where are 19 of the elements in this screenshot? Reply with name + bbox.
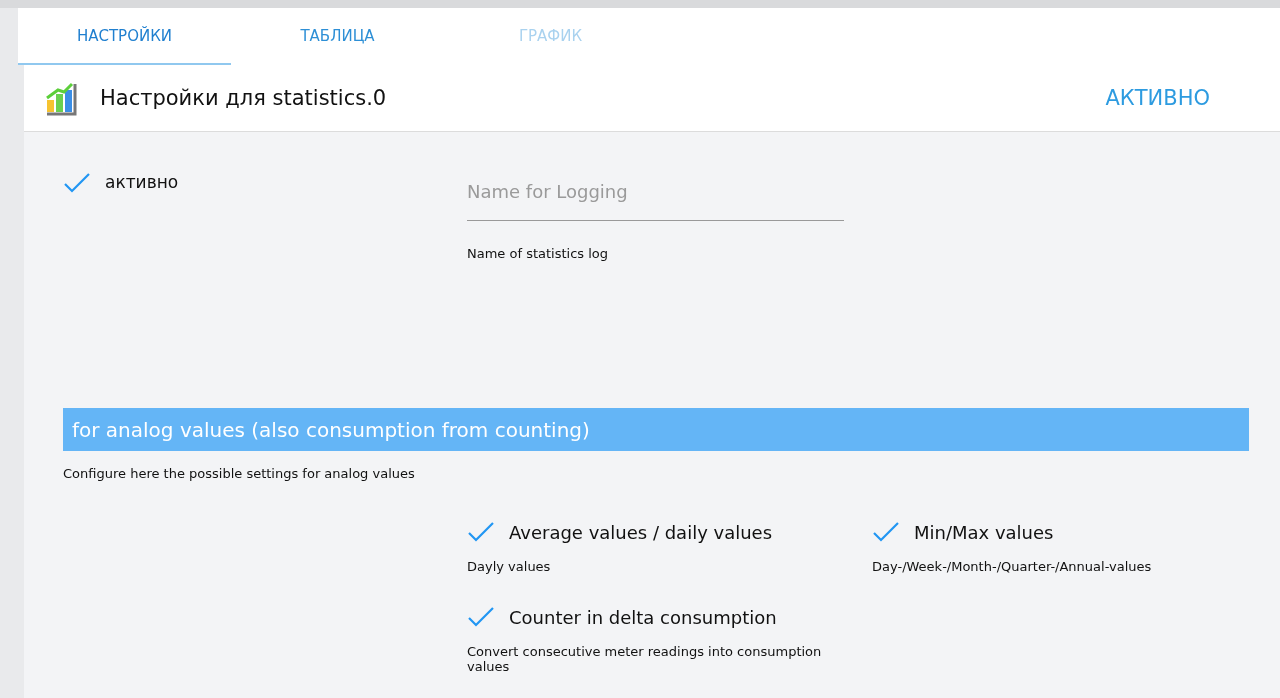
- page-title: Настройки для statistics.0: [100, 86, 388, 110]
- checkbox-label: Counter in delta consumption: [509, 606, 777, 628]
- checkbox-label: Average values / daily values: [509, 521, 773, 543]
- option-help-text: Dayly values: [467, 559, 552, 574]
- checkmark-icon: [467, 606, 495, 628]
- checkmark-icon: [63, 172, 91, 194]
- input-field[interactable]: Name for Logging: [467, 177, 844, 221]
- option-help-text: Convert consecutive meter readings into consumption values: [467, 644, 823, 674]
- checkmark-icon: [872, 521, 900, 543]
- section-header: for analog values (also consumption from counting): [63, 408, 1249, 451]
- status-label: АКТИВНО: [1105, 86, 1210, 110]
- checkbox-label: активно: [105, 172, 179, 192]
- bar-chart-icon: [44, 80, 80, 116]
- section-description: Configure here the possible settings for analog values: [63, 466, 416, 481]
- option-help-text: Day-/Week-/Month-/Quarter-/Annual-values: [872, 559, 1153, 574]
- checkbox-label: Min/Max values: [914, 521, 1054, 543]
- tab[interactable]: ТАБЛИЦА: [231, 8, 444, 65]
- field-help-text: Name of statistics log: [467, 246, 610, 261]
- checkmark-icon: [467, 521, 495, 543]
